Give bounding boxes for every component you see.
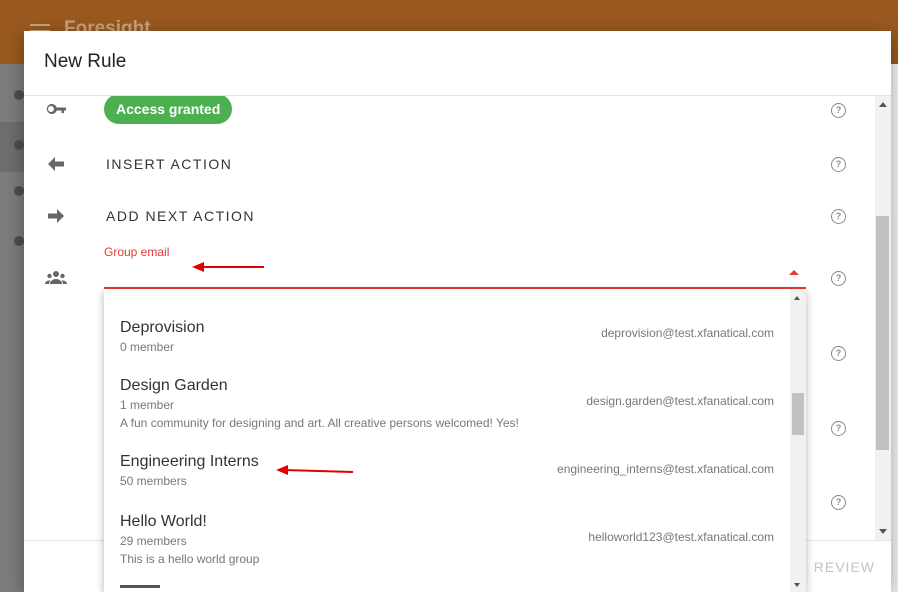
group-email: deprovision@test.xfanatical.com <box>601 326 774 340</box>
group-email: design.garden@test.xfanatical.com <box>586 394 774 408</box>
help-circle-icon[interactable]: ? <box>831 346 846 361</box>
rule-row-insert: INSERT ACTION ? <box>24 152 875 178</box>
arrow-left-icon <box>48 157 64 171</box>
help-circle-icon[interactable]: ? <box>831 421 846 436</box>
insert-action-button[interactable]: INSERT ACTION <box>106 156 232 172</box>
scroll-down-icon[interactable] <box>879 529 887 534</box>
scrollbar-thumb[interactable] <box>792 393 804 435</box>
key-icon <box>46 104 66 114</box>
left-nav-rail <box>0 64 24 592</box>
group-description: A fun community for designing and art. A… <box>120 416 519 430</box>
dropdown-caret-icon[interactable] <box>789 270 799 275</box>
list-item[interactable]: Engineering Interns 50 members engineeri… <box>120 452 774 490</box>
group-icon <box>45 271 67 284</box>
arrow-right-icon <box>48 209 64 223</box>
background-content <box>891 64 898 592</box>
scroll-down-icon[interactable] <box>794 583 800 587</box>
group-email: engineering_interns@test.xfanatical.com <box>557 462 774 476</box>
scrollbar-thumb[interactable] <box>876 216 889 450</box>
rule-row-condition: Access granted ? <box>24 96 875 124</box>
group-name: Design Garden <box>120 377 228 394</box>
nav-item-icon[interactable] <box>14 236 24 246</box>
list-item-partial[interactable] <box>120 583 180 592</box>
help-circle-icon[interactable]: ? <box>831 103 846 118</box>
help-circle-icon[interactable]: ? <box>831 271 846 286</box>
scroll-up-icon[interactable] <box>879 102 887 107</box>
group-description: This is a hello world group <box>120 552 260 566</box>
dialog-scrollbar[interactable] <box>875 96 891 540</box>
help-circle-icon[interactable]: ? <box>831 209 846 224</box>
annotation-arrow <box>276 465 354 475</box>
dropdown-scrollbar[interactable] <box>790 289 806 592</box>
scroll-up-icon[interactable] <box>794 296 800 300</box>
list-item[interactable]: Design Garden 1 member A fun community f… <box>120 376 774 432</box>
nav-item-icon[interactable] <box>14 186 24 196</box>
help-circle-icon[interactable]: ? <box>831 157 846 172</box>
nav-item-icon[interactable] <box>14 90 24 100</box>
list-item[interactable]: Deprovision 0 member deprovision@test.xf… <box>120 318 774 356</box>
nav-item-icon[interactable] <box>14 140 24 150</box>
add-next-action-button[interactable]: ADD NEXT ACTION <box>106 208 255 224</box>
group-name: Hello World! <box>120 513 207 530</box>
group-dropdown-menu: Deprovision 0 member deprovision@test.xf… <box>104 289 806 592</box>
help-circle-icon[interactable]: ? <box>831 495 846 510</box>
review-button[interactable]: REVIEW <box>814 559 875 575</box>
annotation-arrow <box>192 262 264 272</box>
access-granted-chip[interactable]: Access granted <box>104 96 233 124</box>
rule-row-next: ADD NEXT ACTION ? <box>24 204 875 230</box>
group-email: helloworld123@test.xfanatical.com <box>588 530 774 544</box>
list-item[interactable]: Hello World! 29 members This is a hello … <box>120 512 774 568</box>
group-members: 0 member <box>120 340 175 354</box>
group-email-label: Group email <box>104 245 170 259</box>
dialog-title: New Rule <box>44 51 127 72</box>
